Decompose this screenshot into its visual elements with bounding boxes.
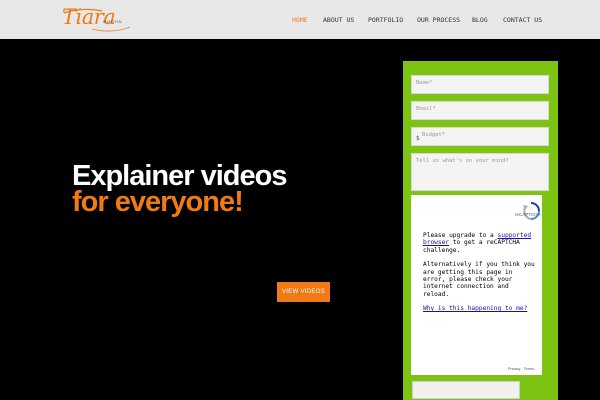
name-field[interactable]: Name*: [411, 75, 549, 94]
recaptcha-icon: [523, 202, 540, 220]
budget-field[interactable]: $ Budget*: [411, 127, 549, 146]
nav-portfolio[interactable]: PORTFOLIO: [368, 16, 403, 24]
nav-home[interactable]: HOME: [292, 16, 308, 24]
email-field[interactable]: Email*: [411, 101, 549, 120]
recaptcha-brand: reCAPTCHA: [515, 212, 541, 217]
nav-about-us[interactable]: ABOUT US: [323, 16, 354, 24]
nav-our-process[interactable]: OUR PROCESS: [417, 16, 460, 24]
top-bar: Tiara MOTION HOME ABOUT US PORTFOLIO OUR…: [0, 0, 600, 39]
budget-placeholder: Budget*: [422, 132, 446, 138]
recaptcha-footer[interactable]: Privacy - Terms: [508, 367, 534, 371]
message-textarea[interactable]: Tell us what's on your mind?: [411, 153, 549, 191]
dollar-sign: $: [416, 135, 420, 142]
why-happening-link[interactable]: Why is this happening to me?: [423, 305, 527, 312]
nav-blog[interactable]: BLOG: [472, 16, 488, 24]
rc-msg-before: Please upgrade to a: [423, 232, 498, 239]
view-videos-button[interactable]: VIEW VIDEOS: [277, 282, 330, 302]
submit-button[interactable]: [412, 381, 520, 399]
recaptcha-widget: reCAPTCHA Please upgrade to a supported …: [411, 195, 542, 375]
recaptcha-message: Please upgrade to a supported browser to…: [423, 232, 535, 320]
rc-msg-alt: Alternatively if you think you are getti…: [423, 261, 535, 298]
main-nav: HOME ABOUT US PORTFOLIO OUR PROCESS BLOG…: [0, 16, 600, 26]
hero-heading-line2: for everyone!: [72, 186, 244, 218]
nav-contact-us[interactable]: CONTACT US: [503, 16, 542, 24]
contact-form-panel: Name* Email* $ Budget* Tell us what's on…: [403, 61, 558, 400]
